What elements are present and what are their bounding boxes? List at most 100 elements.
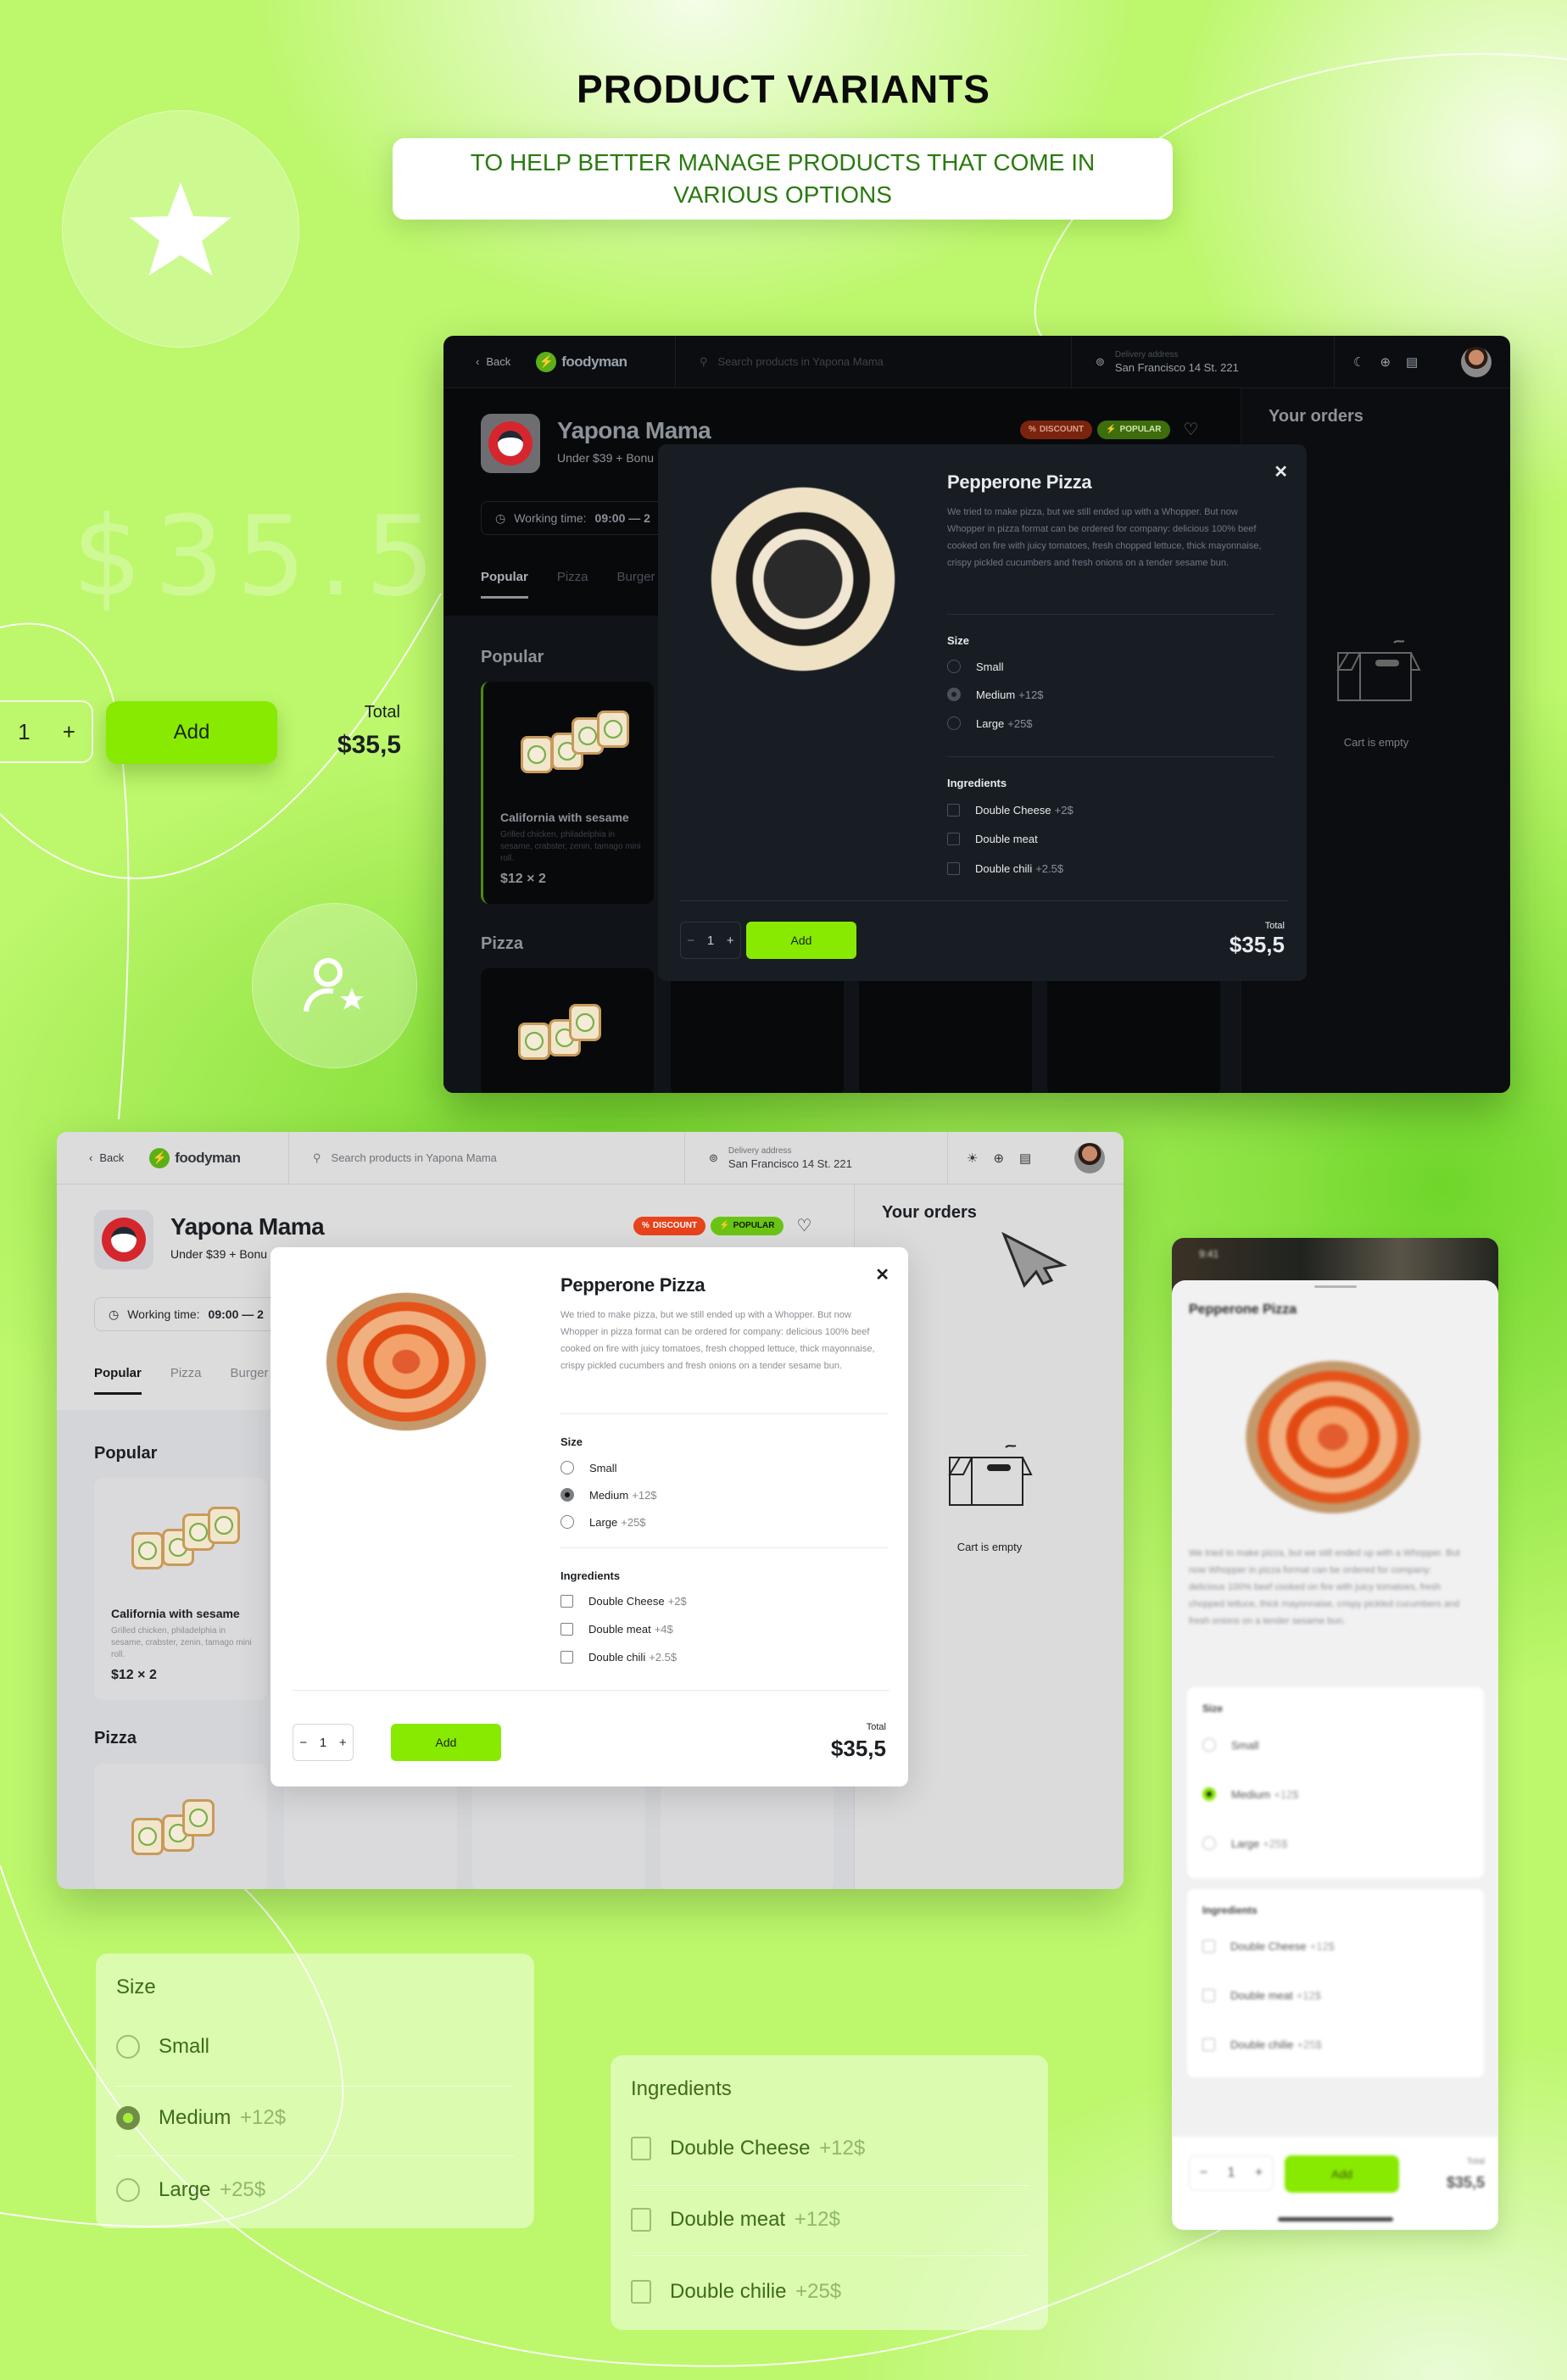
checkbox[interactable]	[631, 2137, 651, 2160]
chevron-left-icon[interactable]: ‹	[476, 355, 479, 368]
panel-size-small[interactable]: Small	[116, 2035, 209, 2059]
search-input[interactable]: ⚲ Search products in Yapona Mama	[288, 1132, 684, 1184]
close-icon[interactable]: ✕	[1274, 461, 1288, 482]
tab-popular[interactable]: Popular	[94, 1366, 142, 1395]
plus-icon[interactable]: +	[727, 934, 734, 948]
size-option-medium[interactable]: Medium +12$	[947, 688, 1044, 701]
sheet-handle[interactable]	[1314, 1285, 1357, 1288]
empty-box-icon	[1336, 640, 1421, 701]
radio-button[interactable]	[560, 1515, 574, 1529]
wallet-icon[interactable]: ▤	[1019, 1151, 1031, 1166]
chevron-left-icon[interactable]: ‹	[89, 1151, 92, 1164]
brand-logo[interactable]: ⚡ foodyman	[149, 1147, 241, 1168]
checkbox[interactable]	[631, 2208, 651, 2232]
radio-button[interactable]	[947, 716, 961, 730]
pizza-card[interactable]	[671, 968, 844, 1093]
size-option-small[interactable]: Small	[1202, 1738, 1259, 1752]
tab-burger[interactable]: Burger	[231, 1366, 269, 1395]
radio-button[interactable]	[947, 660, 961, 673]
back-link[interactable]: Back	[486, 355, 510, 368]
back-link[interactable]: Back	[99, 1151, 124, 1164]
checkbox[interactable]	[560, 1651, 573, 1664]
tab-popular[interactable]: Popular	[481, 570, 528, 599]
panel-ingredient-option[interactable]: Double meat +12$	[631, 2208, 840, 2232]
ingredient-option[interactable]: Double Cheese +2$	[947, 804, 1073, 817]
pizza-card[interactable]	[481, 968, 654, 1093]
brand-logo[interactable]: ⚡ foodyman	[536, 351, 627, 372]
floating-add-button[interactable]: Add	[106, 701, 277, 764]
modal-description: We tried to make pizza, but we still end…	[560, 1310, 875, 1371]
product-card[interactable]: California with sesame Grilled chicken, …	[481, 682, 654, 904]
add-button[interactable]: Add	[746, 922, 856, 959]
ingredient-option[interactable]: Double chili +2.5$	[947, 862, 1063, 875]
product-card[interactable]: California with sesame Grilled chicken, …	[94, 1478, 267, 1700]
checkbox[interactable]	[631, 2280, 651, 2304]
category-tabs: Popular Pizza Burger	[94, 1366, 269, 1395]
bolt-icon: ⚡	[1106, 425, 1117, 434]
add-button[interactable]: Add	[391, 1724, 501, 1761]
search-input[interactable]: ⚲ Search products in Yapona Mama	[675, 336, 1071, 387]
status-time: 9:41	[1199, 1248, 1219, 1260]
pizza-card[interactable]	[859, 968, 1032, 1093]
panel-size-medium[interactable]: Medium +12$	[116, 2106, 286, 2130]
moon-icon[interactable]: ☾	[1353, 354, 1364, 370]
size-option-large[interactable]: Large +25$	[947, 716, 1033, 730]
delivery-address[interactable]: ⊚ Delivery address San Francisco 14 St. …	[1071, 336, 1334, 387]
discount-badge: % DISCOUNT	[633, 1216, 706, 1235]
bottom-sheet: Pepperone Pizza We tried to make pizza, …	[1172, 1280, 1498, 2230]
delivery-address[interactable]: ⊚ Delivery address San Francisco 14 St. …	[684, 1132, 947, 1184]
radio-button[interactable]	[116, 2178, 140, 2202]
radio-button[interactable]	[116, 2035, 140, 2059]
size-option-medium[interactable]: Medium +12$	[560, 1488, 657, 1502]
floating-quantity-stepper[interactable]: 1 +	[0, 700, 93, 763]
quantity-stepper[interactable]: − 1 +	[293, 1724, 354, 1761]
radio-button[interactable]	[560, 1461, 574, 1474]
sun-icon[interactable]: ☀	[967, 1151, 978, 1166]
tab-burger[interactable]: Burger	[617, 570, 655, 599]
radio-button-selected[interactable]	[560, 1488, 574, 1502]
globe-icon[interactable]: ⊕	[1380, 354, 1391, 370]
size-option-small[interactable]: Small	[947, 660, 1004, 673]
pizza-card[interactable]	[94, 1764, 267, 1889]
pizza-card[interactable]	[1047, 968, 1220, 1093]
ingredient-option[interactable]: Double meat +4$	[560, 1623, 673, 1636]
globe-icon[interactable]: ⊕	[993, 1151, 1004, 1166]
tab-pizza[interactable]: Pizza	[170, 1366, 202, 1395]
quantity-stepper[interactable]: −1 +	[1189, 2155, 1274, 2191]
plus-icon[interactable]: +	[339, 1736, 347, 1750]
plus-icon[interactable]: +	[63, 719, 75, 745]
radio-button-selected[interactable]	[947, 688, 961, 701]
minus-icon[interactable]: −	[687, 934, 694, 948]
quantity-stepper[interactable]: − 1 +	[680, 922, 741, 959]
checkbox[interactable]	[947, 833, 960, 845]
user-avatar[interactable]	[1074, 1142, 1105, 1173]
user-avatar[interactable]	[1461, 346, 1492, 377]
size-option-large[interactable]: Large +25$	[560, 1515, 646, 1529]
ingredient-option[interactable]: Double Cheese +12$	[1202, 1940, 1335, 1953]
size-option-large[interactable]: Large +25$	[1202, 1837, 1288, 1850]
heart-icon[interactable]: ♡	[797, 1215, 812, 1236]
ingredient-option[interactable]: Double meat +12$	[1202, 1989, 1321, 2002]
checkbox[interactable]	[560, 1623, 573, 1636]
radio-button-selected[interactable]	[116, 2106, 140, 2130]
checkbox[interactable]	[947, 804, 960, 817]
panel-ingredient-option[interactable]: Double chilie +25$	[631, 2280, 841, 2304]
panel-ingredient-option[interactable]: Double Cheese +12$	[631, 2137, 865, 2160]
checkbox[interactable]	[560, 1595, 573, 1608]
ingredient-option[interactable]: Double Cheese +2$	[560, 1595, 687, 1608]
ingredient-option[interactable]: Double chili +2.5$	[560, 1651, 677, 1664]
phone-product-description: We tried to make pizza, but we still end…	[1189, 1548, 1460, 1626]
ingredient-option[interactable]: Double chilie +25$	[1202, 2038, 1322, 2051]
size-option-medium[interactable]: Medium +12$	[1202, 1787, 1299, 1801]
size-option-small[interactable]: Small	[560, 1461, 617, 1474]
panel-size-large[interactable]: Large +25$	[116, 2178, 265, 2202]
close-icon[interactable]: ✕	[875, 1264, 889, 1285]
wallet-icon[interactable]: ▤	[1406, 354, 1418, 370]
checkbox[interactable]	[947, 862, 960, 875]
add-button[interactable]: Add	[1285, 2155, 1399, 2193]
ingredient-option[interactable]: Double meat	[947, 833, 1041, 845]
bolt-icon: ⚡	[719, 1221, 730, 1230]
tab-pizza[interactable]: Pizza	[557, 570, 588, 599]
heart-icon[interactable]: ♡	[1184, 419, 1199, 440]
minus-icon[interactable]: −	[299, 1736, 307, 1750]
